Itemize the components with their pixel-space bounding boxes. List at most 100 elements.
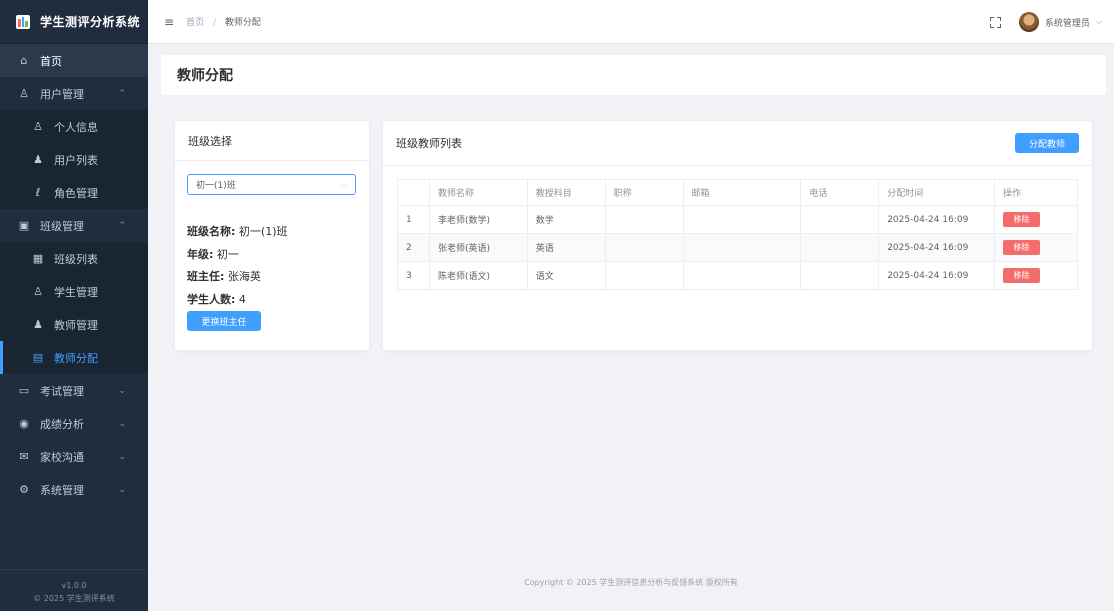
sidebar-item-7[interactable]: ♙ 学生管理 bbox=[0, 275, 148, 308]
breadcrumb: 首页 / 教师分配 bbox=[186, 15, 261, 28]
page-title-card: 教师分配 bbox=[161, 55, 1106, 95]
chevron-up-icon: ⌃ bbox=[118, 220, 126, 231]
remove-button[interactable]: 移除 bbox=[1003, 212, 1041, 227]
sidebar: 学生测评分析系统 ⌂ 首页 ♙ 用户管理 ⌃ ♙ 个人信息 ♟ 用户列表 ℓ 角色管理 ▣ 班级管理 ⌃ ▦… bbox=[0, 0, 148, 611]
sidebar-item-8[interactable]: ♟ 教师管理 bbox=[0, 308, 148, 341]
user-solid-icon: ♟ bbox=[33, 153, 43, 166]
cell-name: 李老师(数学) bbox=[429, 205, 528, 234]
sidebar-item-10[interactable]: ▭ 考试管理 ⌄ bbox=[0, 374, 148, 407]
sidebar-item-label: 首页 bbox=[40, 54, 62, 68]
cell-email bbox=[683, 233, 802, 262]
role-icon: ℓ bbox=[35, 186, 41, 199]
cell-index: 2 bbox=[397, 233, 430, 262]
teacher-list-card: 班级教师列表 分配教师 教师名称 教授科目 职称 邮箱 电话 分配时间 操作 1… bbox=[383, 121, 1092, 350]
column-header: 邮箱 bbox=[683, 179, 802, 206]
student-count-label: 学生人数: bbox=[187, 292, 236, 306]
cell-phone bbox=[800, 205, 880, 234]
grade-label: 年级: bbox=[187, 247, 214, 261]
assign-icon: ▤ bbox=[32, 351, 44, 364]
sidebar-item-6[interactable]: ▦ 班级列表 bbox=[0, 242, 148, 275]
assign-teacher-button[interactable]: 分配教师 bbox=[1015, 133, 1079, 153]
sidebar-item-11[interactable]: ◉ 成绩分析 ⌄ bbox=[0, 407, 148, 440]
cell-phone bbox=[800, 261, 880, 290]
remove-button[interactable]: 移除 bbox=[1003, 268, 1041, 283]
sidebar-item-label: 系统管理 bbox=[40, 483, 84, 497]
sidebar-item-label: 教师管理 bbox=[54, 318, 98, 332]
grade-row: 年级: 初一 bbox=[187, 244, 288, 267]
class-select-dropdown[interactable]: 初一(1)班 ⌵ bbox=[187, 174, 356, 195]
sidebar-item-5[interactable]: ▣ 班级管理 ⌃ bbox=[0, 209, 148, 242]
column-header: 教授科目 bbox=[527, 179, 606, 206]
sidebar-item-label: 角色管理 bbox=[54, 186, 98, 200]
sidebar-item-9[interactable]: ▤ 教师分配 bbox=[0, 341, 148, 374]
head-teacher-label: 班主任: bbox=[187, 270, 225, 283]
fullscreen-icon[interactable] bbox=[989, 16, 1001, 28]
sidebar-item-3[interactable]: ♟ 用户列表 bbox=[0, 143, 148, 176]
cell-subject: 语文 bbox=[527, 261, 606, 290]
head-teacher-row: 班主任: 张海英 bbox=[187, 266, 288, 289]
class-name-row: 班级名称: 初一(1)班 bbox=[187, 221, 288, 244]
remove-button[interactable]: 移除 bbox=[1003, 240, 1041, 255]
sidebar-item-12[interactable]: ✉ 家校沟通 ⌄ bbox=[0, 440, 148, 473]
user-solid-icon: ♟ bbox=[33, 318, 43, 331]
sidebar-item-label: 学生管理 bbox=[54, 285, 98, 299]
chevron-down-icon[interactable]: ⌵ bbox=[1096, 17, 1102, 27]
column-header bbox=[397, 179, 430, 206]
header-right: 系统管理员 ⌵ bbox=[989, 0, 1102, 44]
class-select-card: 班级选择 初一(1)班 ⌵ 班级名称: 初一(1)班 年级: 初一 班主任: 张… bbox=[175, 121, 369, 350]
chat-icon: ✉ bbox=[19, 450, 29, 463]
head-teacher-value: 张海英 bbox=[227, 270, 261, 283]
sidebar-item-0[interactable]: ⌂ 首页 bbox=[0, 44, 148, 77]
breadcrumb-separator: / bbox=[212, 18, 216, 28]
avatar[interactable] bbox=[1018, 12, 1039, 32]
column-header: 分配时间 bbox=[878, 179, 996, 206]
sidebar-item-label: 班级列表 bbox=[54, 252, 98, 266]
sidebar-item-2[interactable]: ♙ 个人信息 bbox=[0, 110, 148, 143]
chevron-down-icon: ⌄ bbox=[118, 451, 126, 462]
chevron-up-icon: ⌃ bbox=[118, 88, 126, 99]
class-select-title: 班级选择 bbox=[175, 121, 369, 161]
page-footer: Copyright © 2025 学生测评信息分析与反馈系统 版权所有 bbox=[524, 578, 738, 587]
cell-name: 陈老师(语文) bbox=[429, 261, 528, 290]
sidebar-item-label: 家校沟通 bbox=[40, 450, 84, 464]
student-count-row: 学生人数: 4 bbox=[187, 289, 288, 312]
cell-index: 1 bbox=[397, 205, 430, 234]
column-header: 电话 bbox=[800, 179, 880, 206]
sidebar-item-label: 班级管理 bbox=[40, 219, 84, 233]
table-row: 1 李老师(数学) 数学 2025-04-24 16:09 移除 bbox=[397, 205, 1078, 234]
sidebar-item-13[interactable]: ⚙ 系统管理 ⌄ bbox=[0, 473, 148, 506]
user-icon: ♙ bbox=[19, 87, 29, 100]
class-name-label: 班级名称: bbox=[187, 225, 236, 238]
cell-time: 2025-04-24 16:09 bbox=[878, 233, 996, 262]
person-icon: ♙ bbox=[33, 285, 43, 298]
chevron-down-icon: ⌄ bbox=[118, 385, 126, 396]
teacher-list-title: 班级教师列表 bbox=[383, 121, 1092, 166]
table-row: 2 张老师(英语) 英语 2025-04-24 16:09 移除 bbox=[397, 233, 1078, 262]
change-head-teacher-button[interactable]: 更换班主任 bbox=[187, 311, 261, 331]
column-header: 职称 bbox=[605, 179, 684, 206]
student-count-value: 4 bbox=[238, 292, 246, 306]
column-header: 操作 bbox=[994, 179, 1078, 206]
app-logo[interactable]: 学生测评分析系统 bbox=[0, 0, 148, 44]
class-name-value: 初一(1)班 bbox=[238, 225, 288, 238]
teacher-table: 教师名称 教授科目 职称 邮箱 电话 分配时间 操作 1 李老师(数学) 数学 202… bbox=[397, 179, 1078, 290]
cell-email bbox=[683, 261, 802, 290]
sidebar-item-label: 教师分配 bbox=[54, 351, 98, 365]
hamburger-icon[interactable]: ≡ bbox=[164, 15, 174, 29]
cell-name: 张老师(英语) bbox=[429, 233, 528, 262]
breadcrumb-home[interactable]: 首页 bbox=[186, 18, 204, 28]
home-icon: ⌂ bbox=[20, 54, 28, 67]
chevron-down-icon: ⌄ bbox=[118, 418, 126, 429]
cell-subject: 英语 bbox=[527, 233, 606, 262]
sidebar-item-label: 用户列表 bbox=[54, 153, 98, 167]
page-title: 教师分配 bbox=[177, 68, 233, 84]
calendar-icon: ▭ bbox=[18, 384, 30, 397]
username[interactable]: 系统管理员 bbox=[1045, 16, 1090, 29]
sidebar-item-1[interactable]: ♙ 用户管理 ⌃ bbox=[0, 77, 148, 110]
sidebar-copyright: © 2025 学生测评系统 bbox=[33, 594, 115, 603]
sidebar-item-4[interactable]: ℓ 角色管理 bbox=[0, 176, 148, 209]
cell-title bbox=[605, 261, 684, 290]
cell-index: 3 bbox=[397, 261, 430, 290]
app-title: 学生测评分析系统 bbox=[40, 15, 141, 29]
cell-action: 移除 bbox=[994, 205, 1078, 234]
